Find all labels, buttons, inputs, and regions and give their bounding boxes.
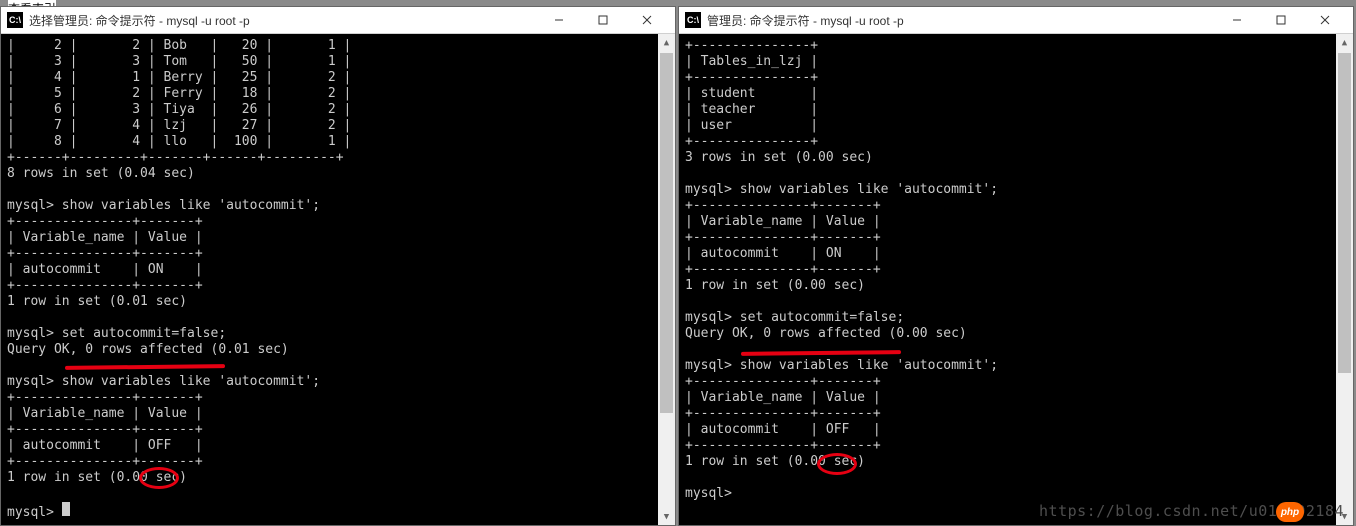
window-title-right: 管理员: 命令提示符 - mysql -u root -p [707, 12, 1215, 29]
php-badge-icon: php [1276, 502, 1304, 522]
terminal-output-left[interactable]: | 2 | 2 | Bob | 20 | 1 | | 3 | 3 | Tom |… [1, 34, 675, 525]
scroll-track[interactable] [1336, 51, 1353, 508]
minimize-button[interactable] [537, 7, 581, 34]
scroll-up-button[interactable]: ▲ [658, 34, 675, 51]
cmd-icon: C:\ [685, 12, 701, 28]
terminal-window-right: C:\ 管理员: 命令提示符 - mysql -u root -p +-----… [678, 6, 1354, 526]
scroll-up-button[interactable]: ▲ [1336, 34, 1353, 51]
scroll-thumb[interactable] [660, 53, 673, 413]
maximize-button[interactable] [581, 7, 625, 34]
titlebar-left[interactable]: C:\ 选择管理员: 命令提示符 - mysql -u root -p [1, 7, 675, 34]
minimize-button[interactable] [1215, 7, 1259, 34]
maximize-button[interactable] [1259, 7, 1303, 34]
terminal-window-left: C:\ 选择管理员: 命令提示符 - mysql -u root -p | 2 … [0, 6, 676, 526]
titlebar-right[interactable]: C:\ 管理员: 命令提示符 - mysql -u root -p [679, 7, 1353, 34]
close-button[interactable] [625, 7, 669, 34]
scroll-thumb[interactable] [1338, 53, 1351, 373]
scrollbar-left[interactable]: ▲ ▼ [658, 34, 675, 525]
cmd-icon: C:\ [7, 12, 23, 28]
text-cursor [62, 502, 70, 516]
close-button[interactable] [1303, 7, 1347, 34]
scroll-down-button[interactable]: ▼ [658, 508, 675, 525]
scrollbar-right[interactable]: ▲ ▼ [1336, 34, 1353, 525]
scroll-track[interactable] [658, 51, 675, 508]
window-title-left: 选择管理员: 命令提示符 - mysql -u root -p [29, 12, 537, 29]
terminal-output-right[interactable]: +---------------+ | Tables_in_lzj | +---… [679, 34, 1353, 525]
